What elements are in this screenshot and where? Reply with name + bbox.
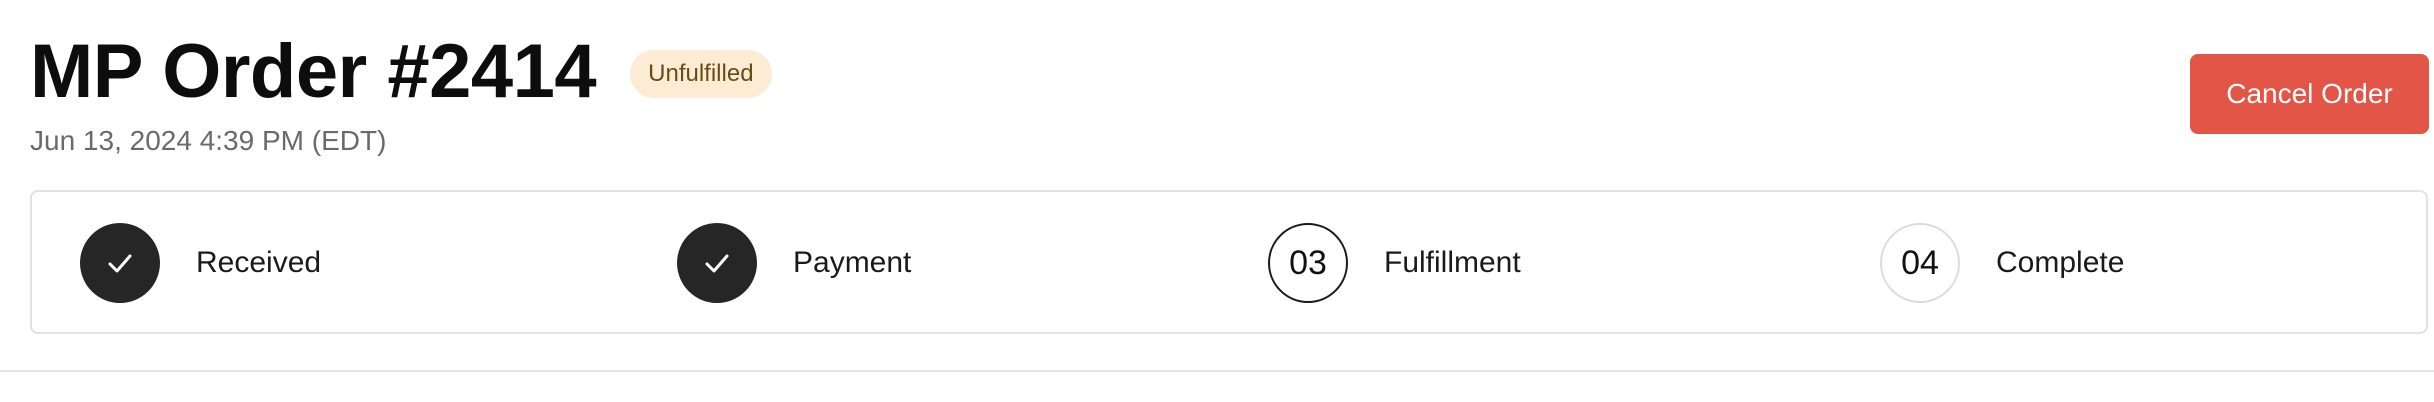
step-complete-indicator: 04 [1880, 223, 1960, 303]
step-complete-label: Complete [1996, 246, 2125, 279]
order-date: Jun 13, 2024 4:39 PM (EDT) [30, 125, 387, 156]
cancel-order-button[interactable]: Cancel Order [2190, 54, 2429, 134]
title-row: MP Order #2414 Unfulfilled [30, 30, 2434, 114]
order-header: MP Order #2414 Unfulfilled Jun 13, 2024 … [30, 30, 2434, 160]
check-icon [108, 254, 132, 273]
step-complete-number: 04 [1901, 244, 1939, 282]
step-complete: 04 Complete [1880, 222, 2124, 304]
step-fulfillment-indicator: 03 [1268, 223, 1348, 303]
step-payment: Payment [677, 222, 911, 304]
step-payment-indicator [677, 223, 757, 303]
step-fulfillment-number: 03 [1289, 244, 1327, 282]
step-received-indicator [80, 223, 160, 303]
check-icon [705, 254, 729, 273]
step-fulfillment-label: Fulfillment [1384, 246, 1521, 279]
order-progress-tracker: Received Payment 03 Fulfillment 04 Compl… [30, 190, 2428, 334]
step-received: Received [80, 222, 321, 304]
page-title: MP Order #2414 [30, 29, 597, 114]
section-divider [0, 370, 2434, 372]
step-payment-label: Payment [793, 246, 912, 279]
status-badge: Unfulfilled [630, 50, 772, 98]
step-fulfillment: 03 Fulfillment [1268, 222, 1521, 304]
step-received-label: Received [196, 246, 322, 279]
